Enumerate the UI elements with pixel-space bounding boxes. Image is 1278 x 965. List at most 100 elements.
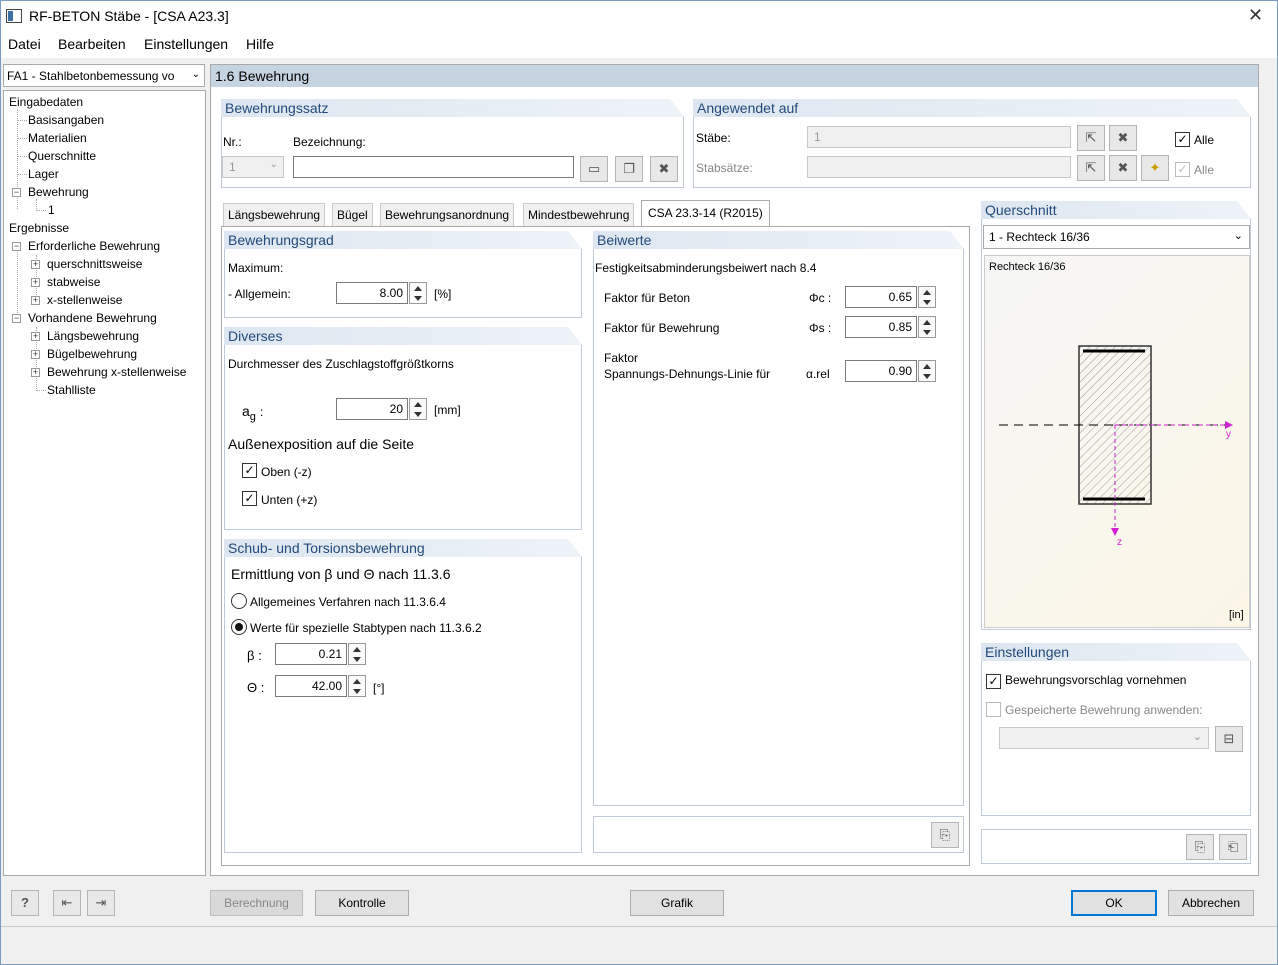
theta-label: Θ :: [247, 680, 265, 695]
tab-buegel[interactable]: Bügel: [332, 203, 373, 226]
collapse-icon[interactable]: −: [12, 242, 21, 251]
nr-select[interactable]: 1 ⌄: [222, 156, 284, 178]
phi-s-spinner[interactable]: [918, 316, 936, 338]
tab-bewehrungsanordnung[interactable]: Bewehrungsanordnung: [380, 203, 515, 226]
collapse-icon[interactable]: −: [12, 314, 21, 323]
tree-lager[interactable]: Lager: [28, 167, 59, 181]
expand-icon[interactable]: +: [31, 350, 40, 359]
alle-stabsaetze-label: Alle: [1194, 163, 1215, 177]
alle-stabsaetze-checkbox[interactable]: ✓: [1175, 162, 1190, 177]
menu-hilfe[interactable]: Hilfe: [246, 36, 274, 52]
menu-datei[interactable]: Datei: [8, 36, 41, 52]
load-icon[interactable]: ⊟: [1215, 726, 1243, 752]
bezeichnung-input[interactable]: [293, 156, 574, 178]
next-icon[interactable]: ⇥: [87, 890, 115, 916]
tree-basisangaben[interactable]: Basisangaben: [28, 113, 104, 127]
kontrolle-button[interactable]: Kontrolle: [315, 890, 409, 916]
pick-sets-icon[interactable]: ⇱: [1077, 155, 1105, 181]
info-export-icon[interactable]: ⎗: [1219, 834, 1247, 860]
expand-icon[interactable]: +: [31, 368, 40, 377]
clear-members-icon[interactable]: ✖: [1109, 125, 1137, 151]
phi-c-spinner[interactable]: [918, 286, 936, 308]
ag-input[interactable]: 20: [336, 398, 408, 420]
berechnung-button[interactable]: Berechnung: [210, 890, 303, 916]
tab-mindestbewehrung[interactable]: Mindestbewehrung: [523, 203, 635, 226]
oben-checkbox[interactable]: ✓: [242, 463, 257, 478]
allgemein-spinner[interactable]: [409, 282, 427, 304]
gespeichert-label: Gespeicherte Bewehrung anwenden:: [1005, 703, 1203, 717]
collapse-icon[interactable]: −: [12, 188, 21, 197]
stabsaetze-input[interactable]: [807, 156, 1071, 178]
allgemein-input[interactable]: 8.00: [336, 282, 408, 304]
gespeichert-checkbox[interactable]: [986, 702, 1001, 717]
tree-x-stellenweise[interactable]: x-stellenweise: [47, 293, 122, 307]
querschnitt-select[interactable]: 1 - Rechteck 16/36 ⌄: [983, 225, 1250, 249]
tree-stahlliste[interactable]: Stahlliste: [47, 383, 96, 397]
beta-input[interactable]: 0.21: [275, 643, 347, 665]
tree-eingabedaten[interactable]: Eingabedaten: [9, 95, 83, 109]
import-icon[interactable]: ⎘: [1186, 834, 1214, 860]
beiwerte-title: Beiwerte: [593, 231, 964, 249]
ag-spinner[interactable]: [409, 398, 427, 420]
allgemeines-verfahren-radio[interactable]: [231, 593, 247, 609]
previous-icon[interactable]: ⇤: [53, 890, 81, 916]
case-select[interactable]: FA1 - Stahlbetonbemessung vo ⌄: [3, 64, 205, 87]
menu-bar: Datei Bearbeiten Einstellungen Hilfe: [1, 32, 1277, 58]
tree-laengsbewehrung[interactable]: Längsbewehrung: [47, 329, 139, 343]
case-select-value: FA1 - Stahlbetonbemessung vo: [7, 69, 175, 83]
chevron-down-icon: ⌄: [1233, 230, 1243, 242]
tree-buegelbewehrung[interactable]: Bügelbewehrung: [47, 347, 137, 361]
gespeichert-select[interactable]: ⌄: [999, 727, 1209, 749]
clear-sets-icon[interactable]: ✖: [1109, 155, 1137, 181]
grafik-button[interactable]: Grafik: [630, 890, 724, 916]
expand-icon[interactable]: +: [31, 332, 40, 341]
tab-csa[interactable]: CSA 23.3-14 (R2015): [641, 200, 770, 227]
tree-querschnittsweise[interactable]: querschnittsweise: [47, 257, 142, 271]
help-icon[interactable]: ?: [11, 890, 39, 916]
alle-staebe-checkbox[interactable]: ✓: [1175, 132, 1190, 147]
alpha-rel-input[interactable]: 0.90: [845, 360, 917, 382]
pick-members-icon[interactable]: ⇱: [1077, 125, 1105, 151]
ag-label: ag :: [242, 403, 264, 423]
maximum-label: Maximum:: [228, 261, 284, 275]
phi-s-input[interactable]: 0.85: [845, 316, 917, 338]
staebe-input[interactable]: 1: [807, 126, 1071, 148]
tree-erforderliche-bewehrung[interactable]: Erforderliche Bewehrung: [28, 239, 160, 253]
tab-laengsbewehrung[interactable]: Längsbewehrung: [223, 203, 326, 226]
expand-icon[interactable]: +: [31, 296, 40, 305]
tree-ergebnisse[interactable]: Ergebnisse: [9, 221, 69, 235]
tree-bewehrung-x-stellenweise[interactable]: Bewehrung x-stellenweise: [47, 365, 186, 379]
expand-icon[interactable]: +: [31, 278, 40, 287]
spezielle-stabtypen-radio[interactable]: [231, 619, 247, 635]
phi-c-label: Φc :: [809, 291, 832, 305]
tree-querschnitte[interactable]: Querschnitte: [28, 149, 96, 163]
expand-icon[interactable]: +: [31, 260, 40, 269]
export-icon[interactable]: ⎘: [931, 822, 959, 848]
tree-vorhandene-bewehrung[interactable]: Vorhandene Bewehrung: [28, 311, 157, 325]
y-axis-label: y: [1226, 429, 1231, 440]
tree-materialien[interactable]: Materialien: [28, 131, 87, 145]
tree-bewehrung[interactable]: Bewehrung: [28, 185, 89, 199]
delete-set-icon[interactable]: ✖: [650, 156, 678, 182]
menu-einstellungen[interactable]: Einstellungen: [144, 36, 228, 52]
tree-stabweise[interactable]: stabweise: [47, 275, 100, 289]
durchmesser-label: Durchmesser des Zuschlagstoffgrößtkorns: [228, 357, 454, 371]
menu-bearbeiten[interactable]: Bearbeiten: [58, 36, 126, 52]
abbrechen-button[interactable]: Abbrechen: [1168, 890, 1254, 916]
phi-c-input[interactable]: 0.65: [845, 286, 917, 308]
theta-input[interactable]: 42.00: [275, 675, 347, 697]
ok-button[interactable]: OK: [1071, 890, 1157, 916]
theta-spinner[interactable]: [348, 675, 366, 697]
unten-checkbox[interactable]: ✓: [242, 491, 257, 506]
festigkeit-label: Festigkeitsabminderungsbeiwert nach 8.4: [595, 261, 817, 275]
vorschlag-checkbox[interactable]: ✓: [986, 674, 1001, 689]
beta-spinner[interactable]: [348, 643, 366, 665]
copy-set-icon[interactable]: ❐: [615, 156, 643, 182]
alpha-rel-spinner[interactable]: [918, 360, 936, 382]
alpha-rel-label: α.rel: [806, 367, 830, 381]
tree-bewehrung-1[interactable]: 1: [48, 203, 55, 217]
percent-unit: [%]: [434, 287, 452, 301]
new-set-star-icon[interactable]: ✦: [1141, 155, 1169, 181]
close-icon[interactable]: ✕: [1248, 5, 1263, 26]
new-set-icon[interactable]: ▭: [580, 156, 608, 182]
